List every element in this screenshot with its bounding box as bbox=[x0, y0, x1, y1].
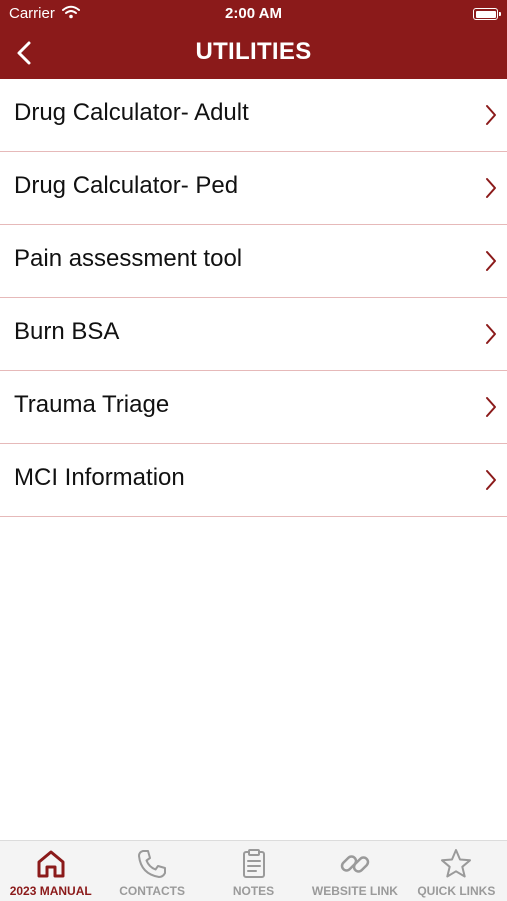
tab-website-link[interactable]: WEBSITE LINK bbox=[304, 841, 405, 901]
star-icon bbox=[441, 849, 472, 878]
list-item-mci-information[interactable]: MCI Information bbox=[0, 444, 507, 517]
tab-contacts[interactable]: CONTACTS bbox=[101, 841, 202, 901]
status-time: 2:00 AM bbox=[225, 5, 282, 22]
list-item-label: Drug Calculator- Adult bbox=[14, 99, 249, 126]
phone-icon bbox=[138, 850, 167, 878]
list-item-label: Burn BSA bbox=[14, 318, 120, 345]
list-item-label: Trauma Triage bbox=[14, 391, 170, 418]
page-title: UTILITIES bbox=[195, 38, 312, 65]
tab-notes[interactable]: NOTES bbox=[203, 841, 304, 901]
list-item-label: Pain assessment tool bbox=[14, 245, 243, 272]
list-item-trauma-triage[interactable]: Trauma Triage bbox=[0, 371, 507, 444]
header: Carrier 2:00 AM UTILITIES bbox=[0, 0, 507, 79]
list-item-drug-calculator-adult[interactable]: Drug Calculator- Adult bbox=[0, 79, 507, 152]
tab-quick-links[interactable]: QUICK LINKS bbox=[406, 841, 507, 901]
link-icon bbox=[340, 855, 370, 873]
chevron-right-icon bbox=[486, 470, 496, 490]
tab-label: NOTES bbox=[232, 884, 275, 898]
list-item-drug-calculator-ped[interactable]: Drug Calculator- Ped bbox=[0, 152, 507, 225]
list-item-burn-bsa[interactable]: Burn BSA bbox=[0, 298, 507, 371]
tab-label: QUICK LINKS bbox=[417, 884, 496, 898]
clipboard-icon bbox=[242, 849, 265, 878]
list-item-pain-assessment-tool[interactable]: Pain assessment tool bbox=[0, 225, 507, 298]
tab-2023-manual[interactable]: 2023 MANUAL bbox=[0, 841, 101, 901]
tab-bar: 2023 MANUAL CONTACTS NOTES WEBSITE LINK … bbox=[0, 840, 507, 901]
tab-label: WEBSITE LINK bbox=[311, 884, 398, 898]
battery-icon bbox=[473, 8, 501, 20]
utilities-list: Drug Calculator- Adult Drug Calculator- … bbox=[0, 79, 507, 517]
status-bar: Carrier 2:00 AM bbox=[0, 0, 507, 28]
home-icon bbox=[37, 850, 65, 878]
chevron-right-icon bbox=[486, 251, 496, 271]
tab-label: 2023 MANUAL bbox=[9, 884, 92, 898]
chevron-right-icon bbox=[486, 324, 496, 344]
chevron-right-icon bbox=[486, 105, 496, 125]
navigation-bar: UTILITIES bbox=[0, 28, 507, 79]
chevron-right-icon bbox=[486, 178, 496, 198]
tab-label: CONTACTS bbox=[119, 884, 185, 898]
chevron-right-icon bbox=[486, 397, 496, 417]
list-item-label: Drug Calculator- Ped bbox=[14, 172, 239, 199]
list-item-label: MCI Information bbox=[14, 464, 185, 491]
